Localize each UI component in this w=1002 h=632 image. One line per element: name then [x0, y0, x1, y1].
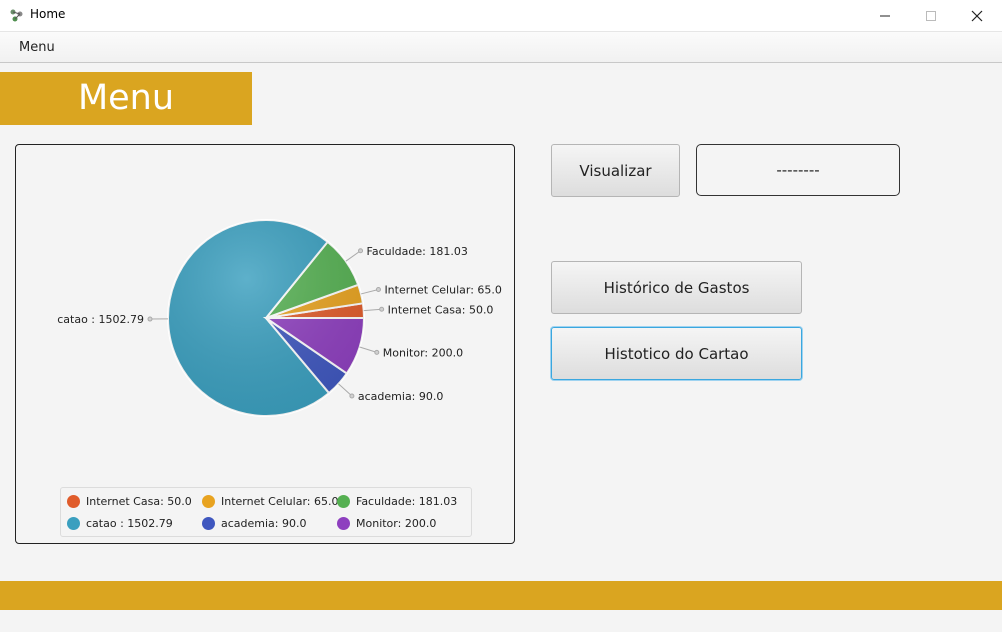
- pie-leader-dot-3: [147, 316, 153, 322]
- close-button[interactable]: [954, 0, 1000, 31]
- legend-item: Internet Casa: 50.0: [67, 493, 192, 509]
- pie-leader-dot-2: [358, 248, 364, 254]
- legend-label: Monitor: 200.0: [356, 516, 437, 530]
- window-title: Home: [30, 7, 66, 21]
- pie-label-2: Faculdade: 181.03: [367, 245, 468, 258]
- pie-label-3: catao : 1502.79: [57, 313, 144, 326]
- visualizar-button[interactable]: Visualizar: [551, 144, 680, 197]
- historico-cartao-button[interactable]: Histotico do Cartao: [551, 327, 802, 380]
- pie-leader-dot-4: [349, 393, 355, 399]
- legend-color-dot: [337, 494, 350, 508]
- pie-label-1: Internet Celular: 65.0: [384, 284, 501, 297]
- maximize-icon: [926, 10, 936, 21]
- pie-label-0: Internet Casa: 50.0: [388, 303, 494, 316]
- pie-leader-line-4: [338, 383, 353, 397]
- page-title: Menu: [77, 78, 175, 118]
- legend-color-dot: [202, 494, 215, 508]
- legend-color-dot: [67, 494, 80, 508]
- pie-leader-line-2: [345, 250, 361, 262]
- legend-item: Internet Celular: 65.0: [202, 493, 338, 509]
- legend-label: Internet Celular: 65.0: [221, 494, 339, 508]
- pie-leader-line-0: [363, 308, 382, 312]
- pie-chart: Internet Casa: 50.0 Internet Celular: 65.…: [57, 219, 502, 417]
- legend-color-dot: [337, 516, 350, 530]
- minimize-button[interactable]: [862, 0, 908, 31]
- legend-label: Internet Casa: 50.0: [86, 494, 192, 508]
- pie-leader-dot-5: [374, 349, 380, 355]
- minimize-icon: [880, 15, 890, 16]
- legend-label: academia: 90.0: [221, 516, 307, 530]
- pie-leader-line-1: [360, 289, 379, 295]
- legend-item: Monitor: 200.0: [337, 515, 436, 531]
- title-bar: Home: [0, 0, 1002, 32]
- pie-leader-dot-1: [375, 287, 381, 293]
- header-banner: Menu: [0, 72, 252, 125]
- legend-item: academia: 90.0: [202, 515, 307, 531]
- chart-legend: Internet Casa: 50.0 Internet Celular: 65.…: [60, 487, 472, 537]
- pie-leader-dot-0: [379, 306, 385, 312]
- legend-color-dot: [67, 516, 80, 530]
- historico-gastos-button[interactable]: Histórico de Gastos: [551, 261, 802, 314]
- pie-label-4: academia: 90.0: [358, 390, 444, 403]
- legend-color-dot: [202, 516, 215, 530]
- menu-bar: Menu: [0, 32, 1002, 63]
- footer-bar: [0, 581, 1002, 610]
- legend-item: catao : 1502.79: [67, 515, 173, 531]
- maximize-button[interactable]: [908, 0, 954, 31]
- value-display: --------: [696, 144, 900, 196]
- pie-leader-line-5: [359, 346, 377, 353]
- pie-label-5: Monitor: 200.0: [383, 346, 463, 359]
- chart-panel: Internet Casa: 50.0 Internet Celular: 65.…: [15, 144, 515, 544]
- menu-item-menu[interactable]: Menu: [19, 40, 55, 55]
- legend-label: Faculdade: 181.03: [356, 494, 458, 508]
- legend-item: Faculdade: 181.03: [337, 493, 457, 509]
- app-icon: [10, 9, 23, 22]
- legend-label: catao : 1502.79: [86, 516, 173, 530]
- close-icon: [971, 10, 983, 21]
